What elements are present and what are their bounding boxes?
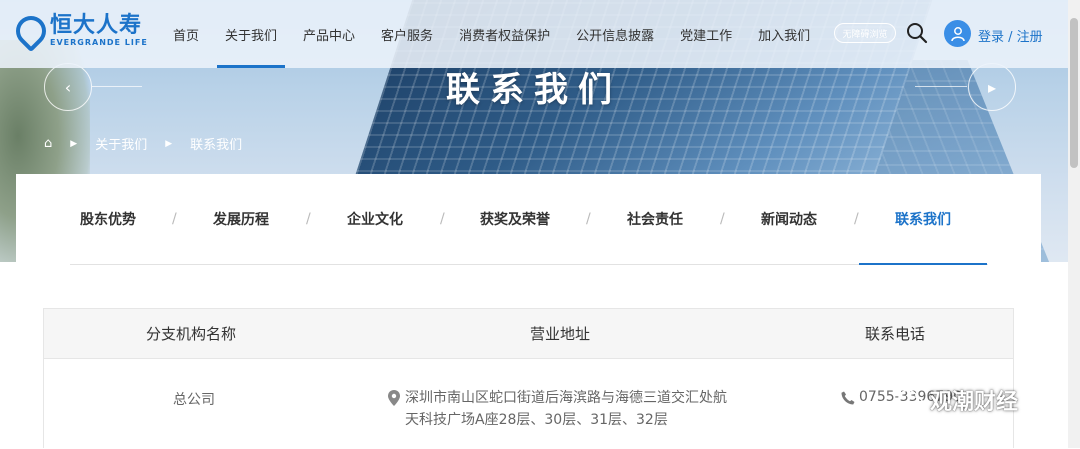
tab-separator: / xyxy=(586,211,591,227)
breadcrumb-separator-icon: ▶ xyxy=(70,138,78,149)
scrollbar-thumb[interactable] xyxy=(1070,18,1078,168)
tab-news[interactable]: 新闻动态 xyxy=(761,174,817,264)
tab-separator: / xyxy=(854,211,859,227)
tab-separator: / xyxy=(172,211,177,227)
branch-table: 分支机构名称 营业地址 联系电话 总公司 深圳市南山区蛇口街道后海滨路与海德三道… xyxy=(43,308,1014,448)
nav-home[interactable]: 首页 xyxy=(160,0,212,68)
home-icon[interactable]: ⌂ xyxy=(44,136,52,151)
logo-text-en: EVERGRANDE LIFE xyxy=(50,38,148,47)
tab-separator: / xyxy=(306,211,311,227)
tab-culture[interactable]: 企业文化 xyxy=(347,174,403,264)
user-avatar-icon[interactable] xyxy=(944,20,971,47)
logo-mark-icon xyxy=(9,9,53,53)
breadcrumb-about[interactable]: 关于我们 xyxy=(95,134,147,153)
table-row: 总公司 深圳市南山区蛇口街道后海滨路与海德三道交汇处航 天科技广场A座28层、3… xyxy=(44,359,1013,449)
nav-consumer-rights[interactable]: 消费者权益保护 xyxy=(446,0,563,68)
tab-contact[interactable]: 联系我们 xyxy=(859,174,987,265)
nav-disclosure[interactable]: 公开信息披露 xyxy=(563,0,667,68)
location-pin-icon xyxy=(388,390,400,406)
tab-history[interactable]: 发展历程 xyxy=(213,174,269,264)
main-nav: 首页 关于我们 产品中心 客户服务 消费者权益保护 公开信息披露 党建工作 加入… xyxy=(160,0,823,68)
breadcrumb-separator-icon: ▶ xyxy=(165,138,173,149)
tab-separator: / xyxy=(440,211,445,227)
logo[interactable]: 恒大人寿 EVERGRANDE LIFE xyxy=(9,9,148,53)
tab-separator: / xyxy=(720,211,725,227)
login-register-link[interactable]: 登录 / 注册 xyxy=(978,26,1043,45)
watermark: 观潮财经 xyxy=(898,384,1018,416)
logo-text-cn: 恒大人寿 xyxy=(50,13,143,38)
breadcrumb: ⌂ ▶ 关于我们 ▶ 联系我们 xyxy=(44,134,242,153)
branch-name: 总公司 xyxy=(173,392,215,408)
nav-party[interactable]: 党建工作 xyxy=(667,0,745,68)
branch-address-line1: 深圳市南山区蛇口街道后海滨路与海德三道交汇处航 xyxy=(405,390,727,406)
wechat-icon xyxy=(898,389,924,410)
watermark-text: 观潮财经 xyxy=(930,390,1019,415)
tab-social[interactable]: 社会责任 xyxy=(627,174,683,264)
nav-service[interactable]: 客户服务 xyxy=(368,0,446,68)
branch-address-line2: 天科技广场A座28层、30层、31层、32层 xyxy=(405,412,668,428)
tab-awards[interactable]: 获奖及荣誉 xyxy=(480,174,550,264)
phone-icon xyxy=(841,391,855,405)
column-header-name: 分支机构名称 xyxy=(146,325,237,343)
table-header: 分支机构名称 营业地址 联系电话 xyxy=(44,309,1013,359)
breadcrumb-contact[interactable]: 联系我们 xyxy=(190,134,242,153)
top-header: 恒大人寿 EVERGRANDE LIFE 首页 关于我们 产品中心 客户服务 消… xyxy=(0,0,1068,68)
barrier-free-button[interactable]: 无障碍浏览 xyxy=(834,23,896,43)
column-header-address: 营业地址 xyxy=(530,325,591,343)
nav-products[interactable]: 产品中心 xyxy=(290,0,368,68)
column-header-phone: 联系电话 xyxy=(865,325,926,343)
nav-join[interactable]: 加入我们 xyxy=(745,0,823,68)
tab-shareholder[interactable]: 股东优势 xyxy=(80,174,136,264)
about-tabs: 股东优势 / 发展历程 / 企业文化 / 获奖及荣誉 / 社会责任 / 新闻动态… xyxy=(70,174,988,265)
page-scrollbar[interactable] xyxy=(1068,0,1080,448)
page-title: 联系我们 xyxy=(446,70,622,110)
nav-about[interactable]: 关于我们 xyxy=(212,0,290,68)
search-icon[interactable] xyxy=(906,22,928,44)
